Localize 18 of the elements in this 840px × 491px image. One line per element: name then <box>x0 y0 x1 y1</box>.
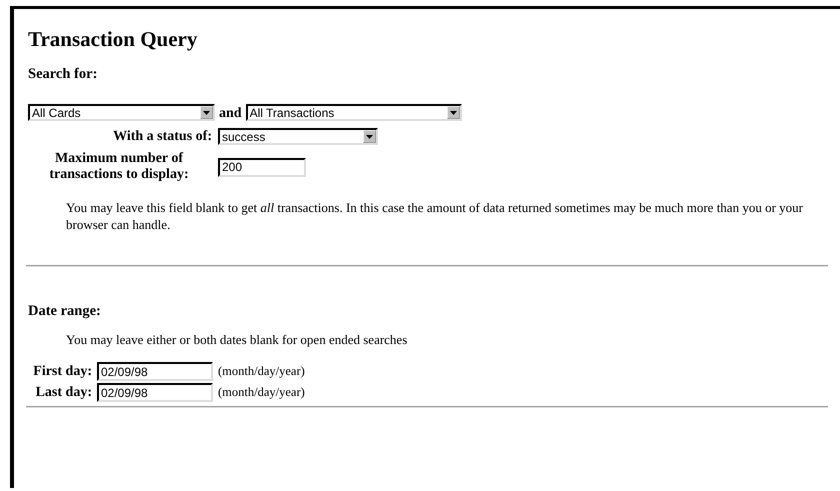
date-format-hint: (month/day/year) <box>218 364 305 379</box>
status-dropdown[interactable]: success <box>218 128 378 145</box>
date-field[interactable]: 02/09/98 <box>97 362 213 381</box>
date-label: First day: <box>32 364 92 380</box>
blank-field-note: You may leave this field blank to get all transactions. In this case the amount of data returned sometimes may be much more than you or your browser can handle. <box>66 199 804 233</box>
date-note: You may leave either or both dates blank for open ended searches <box>66 332 408 348</box>
page-title: Transaction Query <box>28 27 198 52</box>
max-count-field[interactable]: 200 <box>218 158 306 176</box>
date-field[interactable]: 02/09/98 <box>97 383 213 402</box>
status-label: With a status of: <box>112 128 212 144</box>
section-heading: Search for: <box>28 66 98 83</box>
and-label: and <box>219 106 242 122</box>
date-label: Last day: <box>34 384 92 400</box>
section-heading: Date range: <box>28 303 102 320</box>
date-format-hint: (month/day/year) <box>218 385 305 400</box>
max-count-label: Maximum number of transactions to display: <box>48 151 190 183</box>
card-dropdown[interactable]: All Cards <box>28 104 215 121</box>
transaction-type-dropdown[interactable]: All Transactions <box>246 104 462 121</box>
